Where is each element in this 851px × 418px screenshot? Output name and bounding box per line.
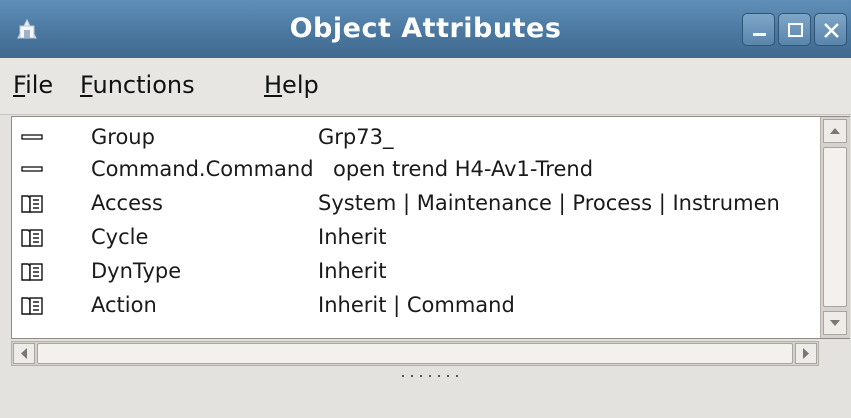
menu-file-label: ile [25,71,54,99]
attribute-name: DynType [91,259,182,283]
arrow-right-icon [803,348,809,359]
minimize-icon [753,33,766,36]
window-title: Object Attributes [289,13,562,44]
attribute-row-command[interactable]: Command.Command open trend H4-Av1-Trend [12,153,820,185]
attribute-icon [21,134,43,140]
attribute-icon [21,166,43,172]
menu-functions-mnemonic: F [80,71,93,99]
close-button[interactable] [814,13,847,46]
minimize-button[interactable] [742,13,775,46]
attribute-value: Inherit [318,259,387,283]
attribute-row-group[interactable]: Group Grp73_ [12,121,820,153]
menu-file-mnemonic: F [13,71,26,99]
arrow-down-icon [830,320,840,326]
attribute-name: Group [91,125,155,149]
close-icon [824,23,839,38]
attribute-value: System | Maintenance | Process | Instrum… [318,191,780,215]
attribute-name: Command.Command [91,157,314,181]
folder-icon [21,297,43,315]
title-bar[interactable]: Object Attributes [0,0,851,59]
folder-icon [21,229,43,247]
arrow-left-icon [21,348,27,359]
scroll-up-button[interactable] [823,119,847,143]
attribute-row-access[interactable]: Access System | Maintenance | Process | … [12,187,820,219]
attribute-value: open trend H4-Av1-Trend [333,157,594,181]
maximize-icon [788,23,803,37]
attribute-name: Cycle [91,225,149,249]
scroll-right-button[interactable] [795,343,817,364]
menu-file[interactable]: File [13,71,53,99]
attribute-row-dyntype[interactable]: DynType Inherit [12,255,820,287]
attribute-list[interactable]: Group Grp73_ Command.Command open trend … [11,116,850,339]
arrow-up-icon [830,128,840,134]
horizontal-scrollbar[interactable] [11,341,819,366]
scroll-left-button[interactable] [13,343,35,364]
attribute-name: Access [91,191,163,215]
menu-help-mnemonic: H [264,71,283,99]
horizontal-scroll-thumb[interactable] [37,343,793,364]
menu-functions-label: unctions [92,71,195,99]
attribute-value: Inherit | Command [318,293,515,317]
menu-help-label: elp [282,71,319,99]
attribute-value: Inherit [318,225,387,249]
maximize-button[interactable] [778,13,811,46]
menu-help[interactable]: Help [264,71,319,99]
attribute-row-action[interactable]: Action Inherit | Command [12,289,820,321]
attribute-value: Grp73_ [318,125,394,149]
attribute-row-cycle[interactable]: Cycle Inherit [12,221,820,253]
folder-icon [21,195,43,213]
bottom-pane [0,384,851,418]
menu-bar: File Functions Help [0,58,851,115]
scroll-down-button[interactable] [823,311,847,335]
vertical-scroll-thumb[interactable] [823,147,847,307]
menu-functions[interactable]: Functions [80,71,195,99]
attribute-name: Action [91,293,157,317]
pane-resize-grip[interactable] [400,373,470,379]
folder-icon [21,263,43,281]
vertical-scrollbar[interactable] [820,117,850,338]
